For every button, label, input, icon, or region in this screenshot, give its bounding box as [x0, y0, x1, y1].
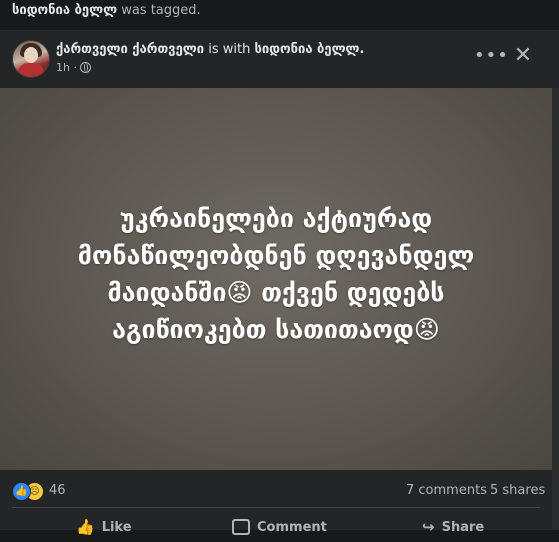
- like-reaction-icon: 👍: [12, 482, 31, 501]
- tagged-user-link[interactable]: სიდონია ბელლ: [12, 3, 117, 18]
- tagged-name-link[interactable]: სიდონია ბელლ.: [254, 42, 364, 57]
- comments-count-link[interactable]: 7 comments: [406, 483, 487, 498]
- more-options-button[interactable]: •••: [474, 44, 508, 72]
- post-image[interactable]: უკრაინელები აქტიურად მონაწილეობდნენ დღევ…: [0, 88, 552, 470]
- like-label: Like: [101, 519, 132, 535]
- comment-icon: [232, 519, 250, 535]
- more-horizontal-icon: •••: [474, 45, 509, 66]
- scrollbar[interactable]: [552, 88, 559, 530]
- post-time[interactable]: 1h ·: [56, 61, 77, 74]
- share-label: Share: [441, 519, 485, 535]
- like-button[interactable]: 👍 Like: [76, 516, 132, 538]
- comment-label: Comment: [257, 519, 327, 535]
- tag-notice-text: was tagged.: [117, 3, 201, 18]
- with-text: is with: [204, 42, 255, 57]
- reaction-icons[interactable]: 👍 ☹: [12, 482, 48, 501]
- close-button[interactable]: ✕: [508, 42, 538, 72]
- post-meta: 1h ·: [56, 61, 91, 74]
- author-line: ქართველი ქართველი is with სიდონია ბელლ.: [56, 42, 364, 57]
- post-card: ქართველი ქართველი is with სიდონია ბელლ. …: [0, 30, 559, 535]
- post-header: ქართველი ქართველი is with სიდონია ბელლ. …: [0, 30, 559, 86]
- share-icon: ↪: [422, 517, 435, 536]
- share-button[interactable]: ↪ Share: [422, 516, 484, 538]
- globe-icon: [79, 62, 91, 73]
- stats-divider: [12, 507, 540, 508]
- tag-notice: სიდონია ბელლ was tagged.: [12, 3, 201, 18]
- comment-button[interactable]: Comment: [232, 516, 327, 538]
- post-stats: 👍 ☹ 46 7 comments 5 shares: [0, 478, 552, 504]
- avatar[interactable]: [12, 40, 50, 78]
- post-actions: 👍 Like Comment ↪ Share: [0, 512, 552, 542]
- shares-count-link[interactable]: 5 shares: [490, 483, 545, 498]
- close-icon: ✕: [513, 43, 533, 68]
- post-image-text: უკრაინელები აქტიურად მონაწილეობდნენ დღევ…: [77, 204, 475, 344]
- thumbs-up-icon: 👍: [76, 517, 95, 536]
- author-name-link[interactable]: ქართველი ქართველი: [56, 42, 204, 57]
- reaction-count[interactable]: 46: [49, 483, 66, 498]
